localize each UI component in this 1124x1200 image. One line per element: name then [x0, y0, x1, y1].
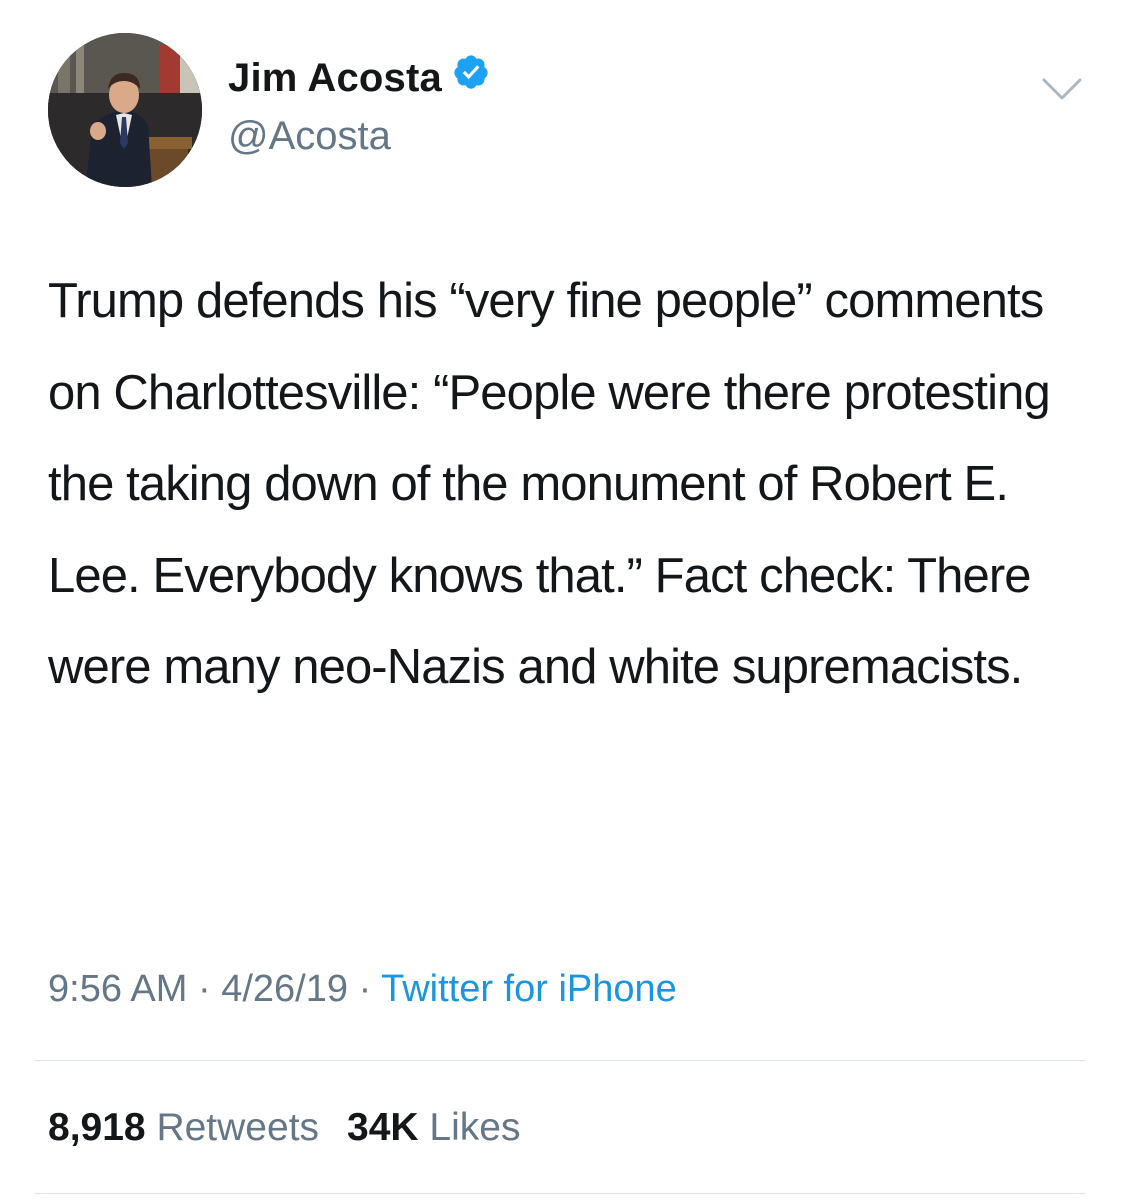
retweets-stat[interactable]: 8,918 Retweets	[48, 1106, 319, 1149]
tweet-meta: 9:56 AM · 4/26/19 · Twitter for iPhone	[48, 964, 677, 1014]
divider	[34, 1193, 1086, 1194]
likes-stat[interactable]: 34K Likes	[347, 1106, 520, 1149]
tweet: Jim Acosta @Acosta Trump defends his “ve…	[0, 0, 1124, 1200]
avatar-photo	[48, 33, 202, 187]
chevron-down-icon[interactable]	[1040, 74, 1084, 104]
tweet-source-link[interactable]: Twitter for iPhone	[381, 968, 677, 1010]
retweets-label: Retweets	[156, 1106, 320, 1149]
tweet-time[interactable]: 9:56 AM	[48, 968, 187, 1010]
author-name-row[interactable]: Jim Acosta	[228, 54, 490, 102]
likes-count: 34K	[347, 1106, 419, 1149]
tweet-text: Trump defends his “very fine people” com…	[48, 274, 1051, 694]
meta-separator: ·	[197, 968, 211, 1010]
avatar[interactable]	[48, 33, 202, 187]
verified-badge-icon	[452, 53, 490, 102]
tweet-date[interactable]: 4/26/19	[221, 968, 348, 1010]
author-handle[interactable]: @Acosta	[228, 112, 391, 160]
divider	[34, 1060, 1086, 1061]
retweets-count: 8,918	[48, 1106, 146, 1149]
likes-label: Likes	[429, 1106, 521, 1149]
display-name[interactable]: Jim Acosta	[228, 56, 442, 100]
meta-separator: ·	[358, 968, 372, 1010]
tweet-stats: 8,918 Retweets 34K Likes	[48, 1103, 520, 1153]
